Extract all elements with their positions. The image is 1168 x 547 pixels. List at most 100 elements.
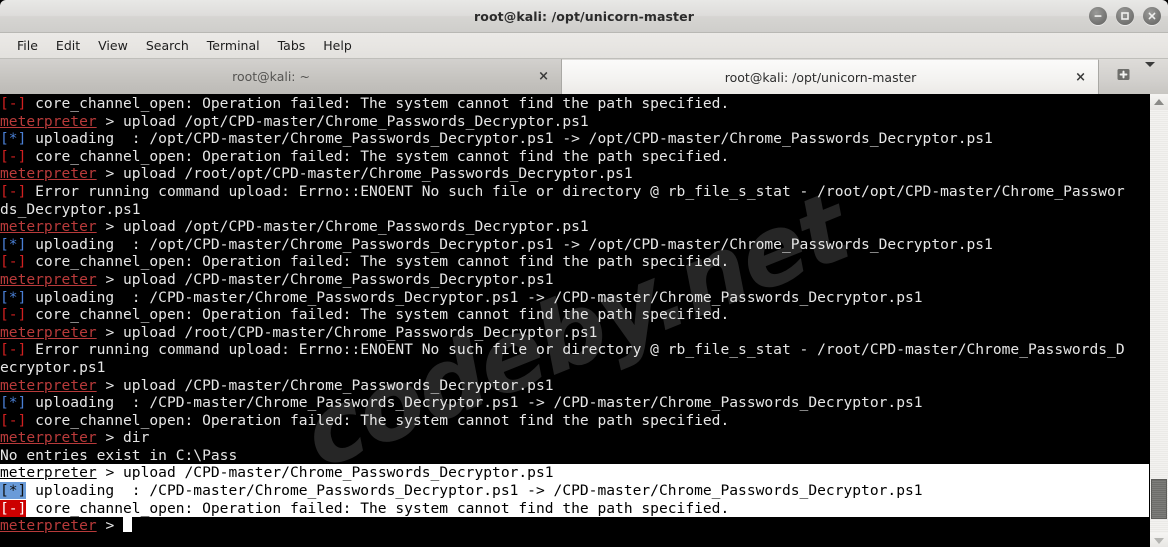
terminal-line-text: > upload /CPD-master/Chrome_Passwords_De… xyxy=(96,376,554,394)
close-button[interactable] xyxy=(1143,7,1161,25)
scrollbar-down-button[interactable] xyxy=(1150,533,1168,547)
terminal-line: meterpreter > upload /opt/CPD-master/Chr… xyxy=(0,218,1149,236)
menu-item-help[interactable]: Help xyxy=(314,36,361,55)
text-cursor xyxy=(123,517,132,533)
close-icon xyxy=(1147,11,1157,21)
tab-bar: root@kali: ~ × root@kali: /opt/unicorn-m… xyxy=(0,59,1168,94)
scrollbar-thumb[interactable] xyxy=(1151,479,1167,519)
terminal-line-text: uploading : /opt/CPD-master/Chrome_Passw… xyxy=(26,130,993,148)
terminal-line: [-] core_channel_open: Operation failed:… xyxy=(0,412,1149,430)
terminal-line: meterpreter > upload /root/CPD-master/Ch… xyxy=(0,324,1149,342)
shell-prompt: meterpreter xyxy=(0,112,97,130)
terminal-line-text: ecryptor.ps1 xyxy=(0,358,106,376)
new-tab-button[interactable] xyxy=(1113,67,1135,87)
info-marker: [*] xyxy=(0,394,27,412)
menu-item-file[interactable]: File xyxy=(8,36,47,55)
new-tab-icon xyxy=(1116,67,1131,86)
shell-prompt: meterpreter xyxy=(0,270,97,288)
scrollbar-up-button[interactable] xyxy=(1150,94,1168,110)
tab-unicorn-master[interactable]: root@kali: /opt/unicorn-master × xyxy=(562,59,1099,94)
shell-prompt: meterpreter xyxy=(0,464,97,482)
tab-root-home[interactable]: root@kali: ~ × xyxy=(0,59,562,94)
terminal-line-text: core_channel_open: Operation failed: The… xyxy=(26,253,730,271)
menu-item-edit[interactable]: Edit xyxy=(47,36,89,55)
menu-item-terminal[interactable]: Terminal xyxy=(198,36,269,55)
minimize-button[interactable] xyxy=(1089,7,1107,25)
chevron-down-icon xyxy=(1144,62,1155,86)
error-marker: [-] xyxy=(0,253,27,271)
terminal-line: meterpreter > upload /CPD-master/Chrome_… xyxy=(0,464,1149,483)
error-marker: [-] xyxy=(0,147,27,165)
scrollbar-track[interactable] xyxy=(1150,110,1168,533)
terminal-line-text: Error running command upload: Errno::ENO… xyxy=(26,341,1125,359)
terminal-text-area[interactable]: [-] core_channel_open: Operation failed:… xyxy=(0,94,1149,535)
terminal-line: meterpreter > upload /CPD-master/Chrome_… xyxy=(0,271,1149,289)
terminal-line: meterpreter > dir xyxy=(0,429,1149,447)
error-marker: [-] xyxy=(0,182,27,200)
terminal-line-text: > upload /CPD-master/Chrome_Passwords_De… xyxy=(96,270,554,288)
terminal-line: ecryptor.ps1 xyxy=(0,359,1149,377)
terminal-line-text: core_channel_open: Operation failed: The… xyxy=(26,411,730,429)
terminal-line-text: > dir xyxy=(96,429,150,447)
error-marker: [-] xyxy=(0,499,27,517)
terminal-line: No entries exist in C:\Pass xyxy=(0,447,1149,465)
terminal-line: ds_Decryptor.ps1 xyxy=(0,201,1149,219)
menu-item-search[interactable]: Search xyxy=(137,36,198,55)
info-marker: [*] xyxy=(0,235,27,253)
terminal-line-text: core_channel_open: Operation failed: The… xyxy=(26,95,730,112)
maximize-button[interactable] xyxy=(1116,7,1134,25)
terminal-line: [*] uploading : /CPD-master/Chrome_Passw… xyxy=(0,482,1149,500)
terminal-line-text: core_channel_open: Operation failed: The… xyxy=(26,499,730,517)
terminal-line-text: core_channel_open: Operation failed: The… xyxy=(26,147,730,165)
terminal-line-text: > upload /CPD-master/Chrome_Passwords_De… xyxy=(96,464,554,482)
terminal-line: [-] Error running command upload: Errno:… xyxy=(0,183,1149,201)
terminal-line: [*] uploading : /opt/CPD-master/Chrome_P… xyxy=(0,236,1149,254)
shell-prompt: meterpreter xyxy=(0,165,97,183)
terminal-line: [*] uploading : /opt/CPD-master/Chrome_P… xyxy=(0,130,1149,148)
terminal-line-text: ds_Decryptor.ps1 xyxy=(0,200,141,218)
tab-label: root@kali: /opt/unicorn-master xyxy=(724,69,917,85)
terminal-line: [-] core_channel_open: Operation failed:… xyxy=(0,253,1149,271)
triangle-down-icon xyxy=(1154,538,1164,544)
terminal-line-text: > upload /root/opt/CPD-master/Chrome_Pas… xyxy=(96,165,633,183)
terminal-line-text: uploading : /CPD-master/Chrome_Passwords… xyxy=(26,394,923,412)
shell-prompt: meterpreter xyxy=(0,517,97,535)
info-marker: [*] xyxy=(0,130,27,148)
menu-item-tabs[interactable]: Tabs xyxy=(269,36,315,55)
terminal-output[interactable]: codeby.net [-] core_channel_open: Operat… xyxy=(0,94,1149,547)
terminal-line: [*] uploading : /CPD-master/Chrome_Passw… xyxy=(0,289,1149,307)
terminal-line-text: > upload /opt/CPD-master/Chrome_Password… xyxy=(96,112,589,130)
terminal-line: meterpreter > upload /opt/CPD-master/Chr… xyxy=(0,113,1149,131)
shell-prompt: meterpreter xyxy=(0,323,97,341)
terminal-scrollbar[interactable] xyxy=(1149,94,1168,547)
tab-dropdown-button[interactable] xyxy=(1144,62,1155,86)
title-bar[interactable]: root@kali: /opt/unicorn-master xyxy=(0,0,1168,33)
terminal-line-text: > upload /opt/CPD-master/Chrome_Password… xyxy=(96,218,589,236)
terminal-window: root@kali: /opt/unicorn-master File Edit xyxy=(0,0,1168,547)
terminal-line: meterpreter > xyxy=(0,517,1149,535)
triangle-up-icon xyxy=(1154,99,1164,105)
shell-prompt: meterpreter xyxy=(0,429,97,447)
tab-close-icon[interactable]: × xyxy=(538,70,549,83)
window-title: root@kali: /opt/unicorn-master xyxy=(474,8,694,24)
terminal-line: [-] core_channel_open: Operation failed:… xyxy=(0,95,1149,113)
error-marker: [-] xyxy=(0,95,27,112)
shell-prompt: meterpreter xyxy=(0,376,97,394)
maximize-icon xyxy=(1120,11,1130,21)
terminal-line-text: uploading : /CPD-master/Chrome_Passwords… xyxy=(26,482,923,500)
error-marker: [-] xyxy=(0,411,27,429)
menu-item-view[interactable]: View xyxy=(89,36,137,55)
terminal-line-text: Error running command upload: Errno::ENO… xyxy=(26,182,1125,200)
window-controls xyxy=(1089,0,1161,32)
terminal-line: [-] core_channel_open: Operation failed:… xyxy=(0,499,1149,518)
terminal-line-text: core_channel_open: Operation failed: The… xyxy=(26,306,730,324)
terminal-line-text: No entries exist in C:\Pass xyxy=(0,446,238,464)
info-marker: [*] xyxy=(0,482,27,500)
tab-close-icon[interactable]: × xyxy=(1075,71,1086,84)
minimize-icon xyxy=(1093,11,1103,21)
terminal-line-text: > upload /root/CPD-master/Chrome_Passwor… xyxy=(96,323,598,341)
shell-prompt: meterpreter xyxy=(0,218,97,236)
error-marker: [-] xyxy=(0,306,27,324)
terminal-line: [-] core_channel_open: Operation failed:… xyxy=(0,148,1149,166)
terminal-body: codeby.net [-] core_channel_open: Operat… xyxy=(0,94,1168,547)
